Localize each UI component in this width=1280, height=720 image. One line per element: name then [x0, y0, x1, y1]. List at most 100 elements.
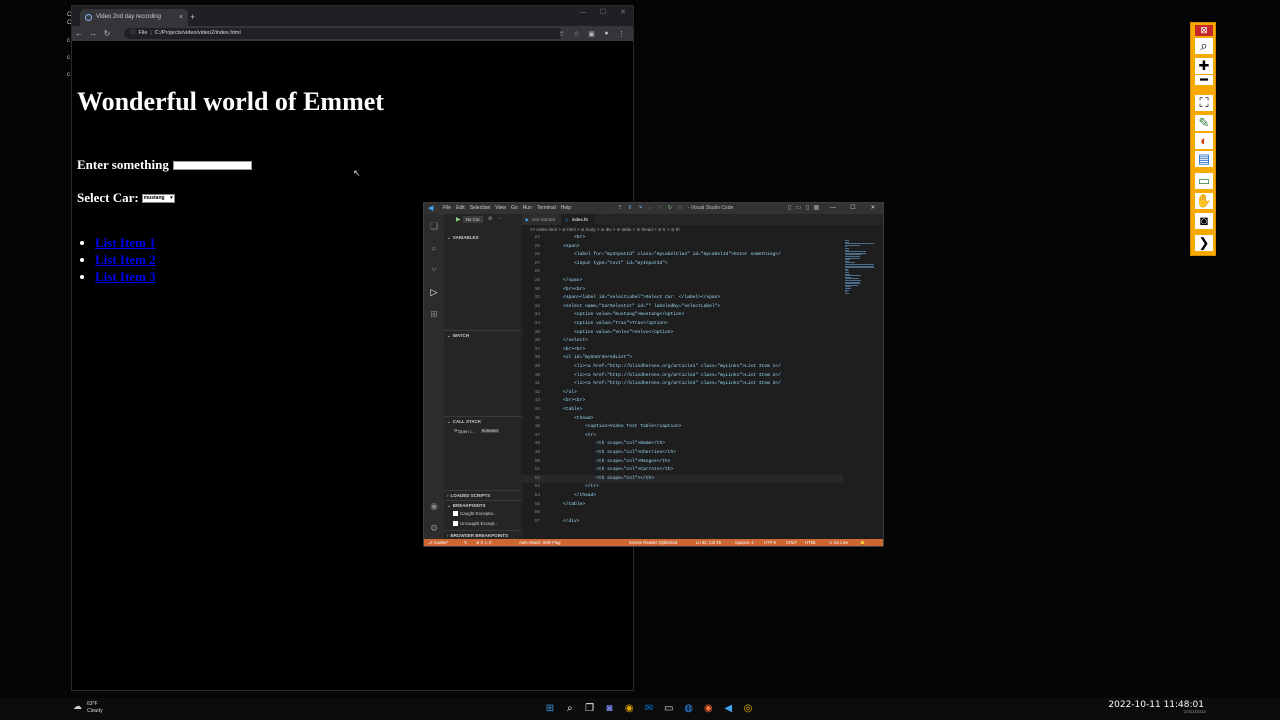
- next-icon[interactable]: ❯: [1195, 235, 1213, 251]
- more-icon[interactable]: ⋯: [497, 216, 502, 222]
- status-branch[interactable]: ⎇ master*: [428, 539, 448, 546]
- code-line[interactable]: 34 <option value="Trax">Trax</option>: [522, 320, 667, 329]
- code-line[interactable]: 32 <select name="CarSelector" id="" labe…: [522, 303, 720, 312]
- drag-handle-icon[interactable]: ⠿: [615, 204, 625, 213]
- code-line[interactable]: 36 </select>: [522, 337, 587, 346]
- color-icon[interactable]: ◐: [1195, 133, 1213, 149]
- code-line[interactable]: 40 <li><a href="http://blindheroes.org/a…: [522, 372, 780, 381]
- menu-run[interactable]: Run: [523, 203, 532, 214]
- explorer-icon[interactable]: ❏: [428, 220, 440, 232]
- maximize-button[interactable]: ☐: [843, 203, 863, 214]
- close-button[interactable]: ✕: [613, 6, 633, 20]
- code-line[interactable]: 28: [522, 268, 552, 277]
- search-icon[interactable]: ⌕: [562, 701, 578, 717]
- status-spaces[interactable]: Spaces: 4: [735, 539, 754, 546]
- code-line[interactable]: 54 </thead>: [522, 492, 596, 501]
- checkbox[interactable]: [453, 511, 458, 516]
- breakpoint-item[interactable]: Uncaught Except...: [453, 521, 498, 526]
- extensions-icon[interactable]: ⊞: [428, 308, 440, 320]
- close-icon[interactable]: ⊠: [1195, 25, 1213, 36]
- close-button[interactable]: ✕: [863, 203, 883, 214]
- menu-edit[interactable]: Edit: [456, 203, 465, 214]
- debug-config-select[interactable]: No Cor: [462, 215, 483, 223]
- teams-chat-icon[interactable]: ◙: [601, 701, 617, 717]
- search-icon[interactable]: ⌕: [428, 242, 440, 254]
- layout-icon[interactable]: ▯: [785, 203, 794, 214]
- windows-start-icon[interactable]: ⊞: [542, 701, 558, 717]
- section-breakpoints[interactable]: ⌄ BREAKPOINTS: [444, 500, 522, 509]
- bookmark-star-icon[interactable]: ☆: [569, 30, 584, 38]
- list-link[interactable]: List Item 3: [95, 269, 156, 284]
- vscode-icon[interactable]: ◀: [720, 701, 736, 717]
- code-line[interactable]: 46 <caption>Video Test Table</caption>: [522, 423, 681, 432]
- status-screen-reader[interactable]: Screen Reader Optimized: [629, 539, 677, 546]
- step-over-icon[interactable]: ↷: [635, 204, 645, 213]
- code-line[interactable]: 38 <ul id="myUnOrderedList">: [522, 354, 631, 363]
- reader-icon[interactable]: ▤: [1195, 151, 1213, 167]
- code-line[interactable]: 47 <tr>: [522, 432, 596, 441]
- section-watch[interactable]: ⌄ WATCH: [444, 330, 522, 339]
- address-bar[interactable]: ⓘ File | C:/Projects/video/video2/index.htm…: [124, 28, 563, 39]
- car-select[interactable]: mustang ▾: [141, 193, 175, 203]
- magnifier-icon[interactable]: ⌕: [1195, 38, 1213, 54]
- code-line[interactable]: 41 <li><a href="http://blindheroes.org/a…: [522, 380, 780, 389]
- code-line[interactable]: 56: [522, 509, 552, 518]
- call-stack-item[interactable]: ⟳ Open i... RUNNING: [454, 428, 500, 434]
- code-editor[interactable]: 24 <br> 25 <span> 26 <label for="myInputId…: [522, 234, 843, 539]
- paint-icon[interactable]: ✎: [1195, 115, 1213, 131]
- menu-help[interactable]: Help: [561, 203, 571, 214]
- maximize-button[interactable]: ☐: [593, 6, 613, 20]
- code-line[interactable]: 53 </tr>: [522, 483, 598, 492]
- code-line[interactable]: 27 <input type="text" id="myInputId">: [522, 260, 667, 269]
- checkbox[interactable]: [453, 521, 458, 526]
- menu-go[interactable]: Go: [511, 203, 518, 214]
- minimize-button[interactable]: —: [573, 6, 593, 20]
- account-icon[interactable]: ◉: [428, 500, 440, 512]
- task-view-icon[interactable]: ❐: [582, 701, 598, 717]
- breakpoint-item[interactable]: Caught Exceptio...: [453, 511, 497, 516]
- code-line[interactable]: 31 <span><label id="selectLabel">Select …: [522, 294, 720, 303]
- edge-icon[interactable]: ◍: [681, 701, 697, 717]
- tab-get-started[interactable]: ◆ Get Started: [522, 214, 563, 225]
- layout-icon[interactable]: ▦: [812, 203, 821, 214]
- code-line[interactable]: 49 <th scope="col">Cherries</th>: [522, 449, 676, 458]
- hand-icon[interactable]: ✋: [1195, 193, 1213, 209]
- code-line[interactable]: 37 <br><br>: [522, 346, 585, 355]
- share-icon[interactable]: ⇪: [554, 30, 569, 38]
- code-line[interactable]: 43 <br><br>: [522, 397, 585, 406]
- status-sync[interactable]: ↻: [464, 539, 468, 546]
- notification-bell-icon[interactable]: 🔔: [860, 539, 865, 546]
- reload-button[interactable]: ↻: [100, 29, 114, 38]
- menu-selection[interactable]: Selection: [470, 203, 491, 214]
- back-button[interactable]: ←: [72, 29, 86, 38]
- code-line[interactable]: 24 <br>: [522, 234, 585, 243]
- code-line[interactable]: 35 <option value="Volvo">Volvo</option>: [522, 329, 673, 338]
- tab-index-html[interactable]: ◇ index.ht: [562, 214, 595, 225]
- speaker-icon[interactable]: ◙: [1195, 213, 1213, 229]
- status-autoattach[interactable]: Auto Attach: With Flag: [519, 539, 560, 546]
- menu-kebab-icon[interactable]: ⋮: [614, 30, 629, 38]
- zoom-out-icon[interactable]: ━: [1195, 73, 1213, 86]
- code-line[interactable]: 48 <th scope="col">Name</th>: [522, 440, 665, 449]
- profile-icon[interactable]: ●: [599, 30, 614, 37]
- forward-button[interactable]: →: [86, 29, 100, 38]
- terminal-icon[interactable]: ▭: [661, 701, 677, 717]
- status-position[interactable]: Ln 52, Col 29: [696, 539, 721, 546]
- info-icon[interactable]: ⓘ: [130, 30, 136, 36]
- code-line[interactable]: 44 <table>: [522, 406, 582, 415]
- pause-icon[interactable]: ‖: [625, 204, 635, 213]
- hand-icon[interactable]: ▭: [1195, 173, 1213, 189]
- code-line[interactable]: 25 <span>: [522, 243, 579, 252]
- list-link[interactable]: List Item 2: [95, 252, 156, 267]
- layout-icon[interactable]: ▭: [794, 203, 803, 214]
- text-input[interactable]: [172, 160, 252, 170]
- status-language[interactable]: HTML: [805, 539, 816, 546]
- source-control-icon[interactable]: ⑂: [428, 264, 440, 276]
- run-debug-icon[interactable]: ▷: [428, 286, 440, 298]
- gear-icon[interactable]: ⚙: [428, 522, 440, 534]
- code-line[interactable]: 29 </span>: [522, 277, 582, 286]
- code-line[interactable]: 50 <th scope="col">Mangos</th>: [522, 458, 670, 467]
- code-line[interactable]: 26 <label for="myInputId" class="myLabel…: [522, 251, 780, 260]
- gear-icon[interactable]: ⚙: [488, 216, 492, 222]
- breadcrumb[interactable]: <> index.html > ⊘ html > ⊘ body > ⊘ div …: [522, 225, 883, 234]
